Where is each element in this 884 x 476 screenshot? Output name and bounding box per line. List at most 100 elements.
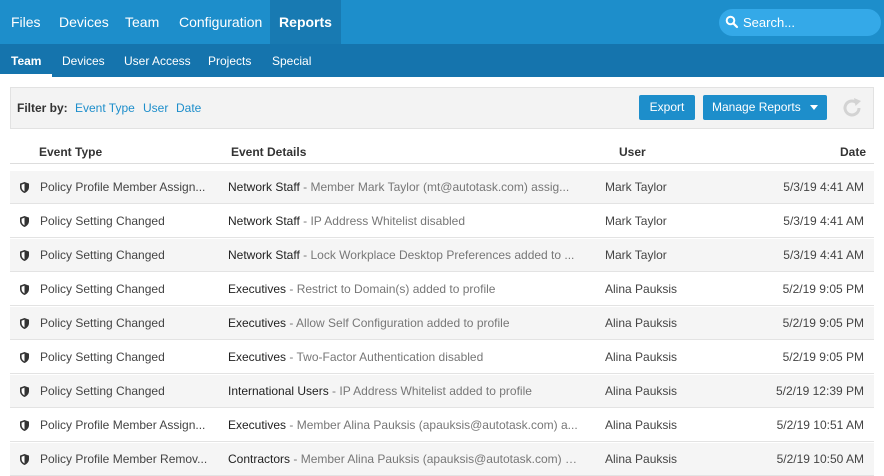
nav-files[interactable]: Files	[0, 0, 52, 44]
date-cell: 5/3/19 4:41 AM	[783, 214, 864, 228]
shield-icon	[20, 318, 29, 329]
shield-icon	[20, 250, 29, 261]
event-type-cell: Policy Profile Member Remov...	[40, 452, 208, 466]
sub-nav: Team Devices User Access Projects Specia…	[0, 44, 884, 77]
detail-text: - Two-Factor Authentication disabled	[286, 350, 484, 364]
detail-text: - Member Alina Pauksis (apauksis@autotas…	[290, 452, 580, 466]
event-type-cell: Policy Setting Changed	[40, 316, 165, 330]
table-header: Event Type Event Details User Date	[10, 140, 874, 164]
user-cell: Alina Pauksis	[605, 452, 678, 466]
detail-text: - Member Alina Pauksis (apauksis@autotas…	[286, 418, 578, 432]
detail-text: - Lock Workplace Desktop Preferences add…	[299, 248, 575, 262]
date-cell: 5/2/19 12:39 PM	[775, 384, 864, 398]
search-placeholder: Search...	[743, 15, 796, 30]
filter-bar: Filter by: Event Type User Date Export M…	[10, 87, 874, 129]
event-details-cell: Network Staff - Member Mark Taylor (mt@a…	[228, 171, 580, 204]
user-cell: Mark Taylor	[605, 248, 667, 262]
nav-devices[interactable]: Devices	[48, 0, 120, 44]
group-name: Executives	[228, 282, 287, 296]
shield-icon	[20, 454, 29, 465]
table-row[interactable]: Policy Profile Member Assign... Executive…	[10, 409, 874, 442]
date-cell: 5/2/19 9:05 PM	[782, 350, 864, 364]
table-row[interactable]: Policy Setting Changed Network Staff - Lo…	[10, 239, 874, 272]
event-details-cell: Executives - Restrict to Domain(s) added…	[228, 273, 580, 306]
user-cell: Mark Taylor	[605, 180, 667, 194]
detail-text: - Allow Self Configuration added to prof…	[286, 316, 510, 330]
user-cell: Alina Pauksis	[605, 316, 678, 330]
search-icon	[725, 15, 739, 29]
date-cell: 5/2/19 10:51 AM	[776, 418, 864, 432]
user-cell: Alina Pauksis	[605, 384, 678, 398]
user-cell: Alina Pauksis	[605, 282, 678, 296]
filter-user-link[interactable]: User	[143, 88, 168, 128]
manage-reports-button[interactable]: Manage Reports	[703, 95, 827, 120]
nav-team[interactable]: Team	[114, 0, 170, 44]
event-details-cell: Executives - Member Alina Pauksis (apauk…	[228, 409, 580, 442]
event-type-cell: Policy Setting Changed	[40, 384, 165, 398]
table-row[interactable]: Policy Setting Changed Network Staff - IP…	[10, 205, 874, 238]
subtab-devices[interactable]: Devices	[62, 44, 105, 77]
refresh-icon[interactable]	[840, 96, 864, 120]
event-details-cell: Executives - Allow Self Configuration ad…	[228, 307, 580, 340]
filter-date-link[interactable]: Date	[176, 88, 201, 128]
event-details-cell: Contractors - Member Alina Pauksis (apau…	[228, 443, 580, 476]
subtab-projects[interactable]: Projects	[208, 44, 251, 77]
table-row[interactable]: Policy Setting Changed Executives - Allow…	[10, 307, 874, 340]
table-row[interactable]: Policy Setting Changed International User…	[10, 375, 874, 408]
user-cell: Mark Taylor	[605, 214, 667, 228]
group-name: Executives	[228, 350, 287, 364]
table-row[interactable]: Policy Profile Member Remov... Contractor…	[10, 443, 874, 476]
user-cell: Alina Pauksis	[605, 418, 678, 432]
event-type-cell: Policy Setting Changed	[40, 214, 165, 228]
table-row[interactable]: Policy Profile Member Assign... Network S…	[10, 171, 874, 204]
date-cell: 5/2/19 9:05 PM	[782, 282, 864, 296]
event-details-cell: Executives - Two-Factor Authentication d…	[228, 341, 580, 374]
detail-text: - IP Address Whitelist added to profile	[328, 384, 532, 398]
shield-icon	[20, 216, 29, 227]
event-type-cell: Policy Setting Changed	[40, 282, 165, 296]
event-type-cell: Policy Profile Member Assign...	[40, 180, 206, 194]
col-user[interactable]: User	[619, 140, 646, 164]
filter-event-type-link[interactable]: Event Type	[75, 88, 135, 128]
col-event-type[interactable]: Event Type	[39, 140, 102, 164]
shield-icon	[20, 352, 29, 363]
date-cell: 5/3/19 4:41 AM	[783, 180, 864, 194]
detail-text: - IP Address Whitelist disabled	[299, 214, 465, 228]
subtab-team[interactable]: Team	[11, 44, 41, 77]
group-name: Network Staff	[228, 180, 300, 194]
top-nav: Files Devices Team Configuration Reports…	[0, 0, 884, 44]
col-event-details[interactable]: Event Details	[231, 140, 306, 164]
active-tab-indicator	[0, 74, 52, 77]
date-cell: 5/3/19 4:41 AM	[783, 248, 864, 262]
event-type-cell: Policy Profile Member Assign...	[40, 418, 206, 432]
search-box[interactable]: Search...	[719, 9, 881, 36]
user-cell: Alina Pauksis	[605, 350, 678, 364]
nav-configuration[interactable]: Configuration	[168, 0, 273, 44]
table-row[interactable]: Policy Setting Changed Executives - Restr…	[10, 273, 874, 306]
detail-text: - Restrict to Domain(s) added to profile	[286, 282, 496, 296]
group-name: Executives	[228, 316, 287, 330]
date-cell: 5/2/19 9:05 PM	[782, 316, 864, 330]
event-details-cell: Network Staff - Lock Workplace Desktop P…	[228, 239, 580, 272]
event-details-cell: International Users - IP Address Whiteli…	[228, 375, 580, 408]
event-type-cell: Policy Setting Changed	[40, 248, 165, 262]
shield-icon	[20, 284, 29, 295]
group-name: Executives	[228, 418, 287, 432]
group-name: Network Staff	[228, 248, 300, 262]
subtab-special[interactable]: Special	[272, 44, 311, 77]
date-cell: 5/2/19 10:50 AM	[776, 452, 864, 466]
export-button[interactable]: Export	[639, 95, 695, 120]
table-row[interactable]: Policy Setting Changed Executives - Two-F…	[10, 341, 874, 374]
subtab-user-access[interactable]: User Access	[124, 44, 191, 77]
group-name: Network Staff	[228, 214, 300, 228]
event-details-cell: Network Staff - IP Address Whitelist dis…	[228, 205, 580, 238]
shield-icon	[20, 386, 29, 397]
group-name: International Users	[228, 384, 329, 398]
col-date[interactable]: Date	[840, 140, 866, 164]
filter-label: Filter by:	[17, 101, 68, 115]
nav-reports[interactable]: Reports	[270, 0, 341, 44]
shield-icon	[20, 182, 29, 193]
event-type-cell: Policy Setting Changed	[40, 350, 165, 364]
caret-down-icon	[810, 105, 818, 110]
group-name: Contractors	[228, 452, 291, 466]
